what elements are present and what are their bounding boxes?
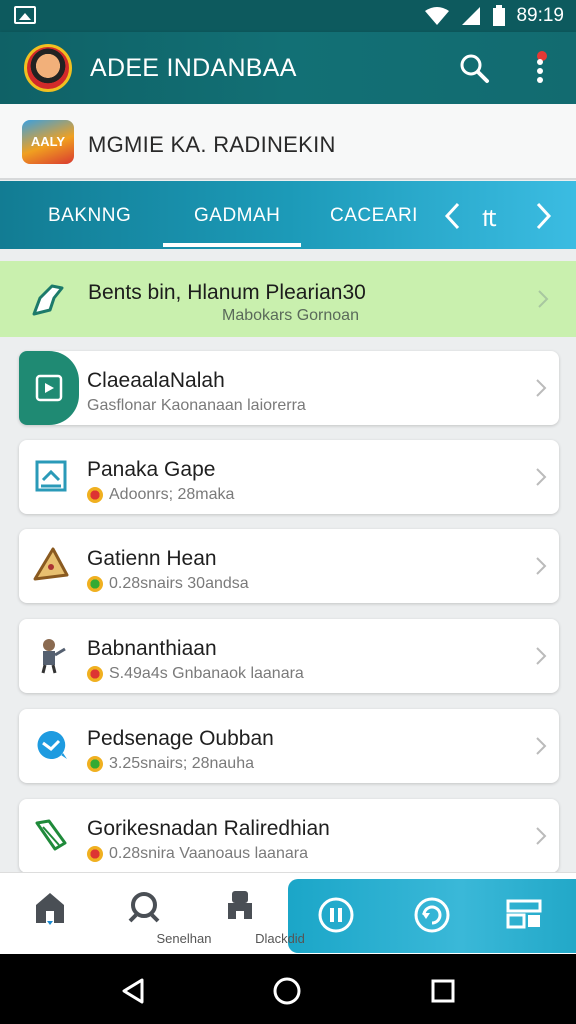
list-item[interactable]: Panaka Gape Adoonrs; 28maka <box>19 440 559 514</box>
chevron-right-icon <box>536 379 547 397</box>
gallery-notification-icon <box>14 6 36 24</box>
list-item-title: ClaeaalaNalah <box>87 369 225 392</box>
recents-icon[interactable] <box>428 976 458 1006</box>
list-item[interactable]: Gatienn Hean 0.28snairs 30andsa <box>19 529 559 603</box>
tab-bakning[interactable]: BAKNNG <box>48 205 131 227</box>
character-icon <box>41 639 66 674</box>
status-bar: 89:19 <box>0 0 576 32</box>
clock: 89:19 <box>516 5 564 26</box>
promo-row[interactable]: Bents bin, Hlanum Plearian30 Mabokars Go… <box>0 261 576 337</box>
list-item-title: Gatienn Hean <box>87 547 217 570</box>
rating-badge-icon <box>87 487 103 503</box>
game-banner[interactable]: AALY MGMIE KA. RADINEKIN <box>0 104 576 180</box>
signal-icon <box>462 7 481 25</box>
tab-cacear[interactable]: CACEARI <box>330 205 418 227</box>
chevron-right-icon <box>536 827 547 845</box>
overflow-menu-icon[interactable] <box>528 50 552 90</box>
list-item-title: Panaka Gape <box>87 458 216 481</box>
wifi-icon <box>425 7 450 25</box>
tab-overflow-icon[interactable]: ₶ <box>482 201 497 234</box>
game-logo: AALY <box>22 120 74 164</box>
rating-badge-icon <box>87 666 103 682</box>
chevron-right-icon[interactable] <box>532 201 554 231</box>
rating-badge-icon <box>87 846 103 862</box>
rating-badge-icon <box>87 756 103 772</box>
home-button-icon[interactable] <box>272 976 302 1006</box>
chat-bubble-icon <box>37 730 67 759</box>
chevron-right-icon <box>536 737 547 755</box>
promo-title: Bents bin, Hlanum Plearian30 <box>88 281 366 304</box>
tab-gadmah[interactable]: GADMAH <box>194 205 280 227</box>
rating-badge-icon <box>87 576 103 592</box>
list-item-title: Babnanthiaan <box>87 637 217 660</box>
nav-search[interactable]: Senelhan <box>104 873 211 955</box>
list-item-subtitle: 0.28snira Vaanoaus laanara <box>87 845 308 863</box>
list-item-subtitle: 3.25snairs; 28nauha <box>87 755 254 773</box>
nav-dashboard[interactable]: Dlackdid <box>200 873 305 955</box>
refresh-button[interactable] <box>402 873 462 955</box>
pizza-icon <box>33 547 69 581</box>
tab-bar: BAKNNG GADMAH CACEARI ₶ <box>0 181 576 249</box>
chevron-right-icon <box>538 290 549 308</box>
pause-button[interactable] <box>306 873 366 955</box>
page-title: ADEE INDANBAA <box>90 54 297 82</box>
list-item-subtitle: S.49a4s Gnbanaok laanara <box>87 665 304 683</box>
nav-home[interactable] <box>20 873 80 955</box>
app-bar: ADEE INDANBAA <box>0 32 576 104</box>
back-icon[interactable] <box>118 976 148 1006</box>
active-tab-indicator <box>163 243 301 247</box>
search-icon[interactable] <box>458 52 490 84</box>
bottom-navigation: Senelhan Dlackdid <box>0 872 576 954</box>
avatar[interactable] <box>24 44 72 92</box>
system-navigation-bar <box>0 954 576 1024</box>
chevron-left-icon[interactable] <box>442 201 464 231</box>
chevron-right-icon <box>536 468 547 486</box>
chevron-right-icon <box>536 647 547 665</box>
list-item-title: Pedsenage Oubban <box>87 727 274 750</box>
chevron-right-icon <box>536 557 547 575</box>
list-item[interactable]: Pedsenage Oubban 3.25snairs; 28nauha <box>19 709 559 783</box>
banner-title: MGMIE KA. RADINEKIN <box>88 132 336 157</box>
boot-icon <box>32 284 64 316</box>
list-item-subtitle: Adoonrs; 28maka <box>87 486 234 504</box>
canvas-icon <box>35 460 67 492</box>
list-item[interactable]: ClaeaalaNalah Gasflonar Kaonanaan laiore… <box>19 351 559 425</box>
system-indicators: 89:19 <box>424 4 564 28</box>
list-item-subtitle: 0.28snairs 30andsa <box>87 575 249 593</box>
list-item[interactable]: Gorikesnadan Raliredhian 0.28snira Vaano… <box>19 799 559 873</box>
list-item-subtitle: Gasflonar Kaonanaan laiorerra <box>87 397 306 414</box>
layout-button[interactable] <box>494 873 554 955</box>
list-item-title: Gorikesnadan Raliredhian <box>87 817 330 840</box>
leaf-icon <box>35 819 67 851</box>
photo-app-icon <box>19 351 79 425</box>
list-item[interactable]: Babnanthiaan S.49a4s Gnbanaok laanara <box>19 619 559 693</box>
promo-subtitle: Mabokars Gornoan <box>222 307 359 324</box>
battery-icon <box>493 5 506 26</box>
